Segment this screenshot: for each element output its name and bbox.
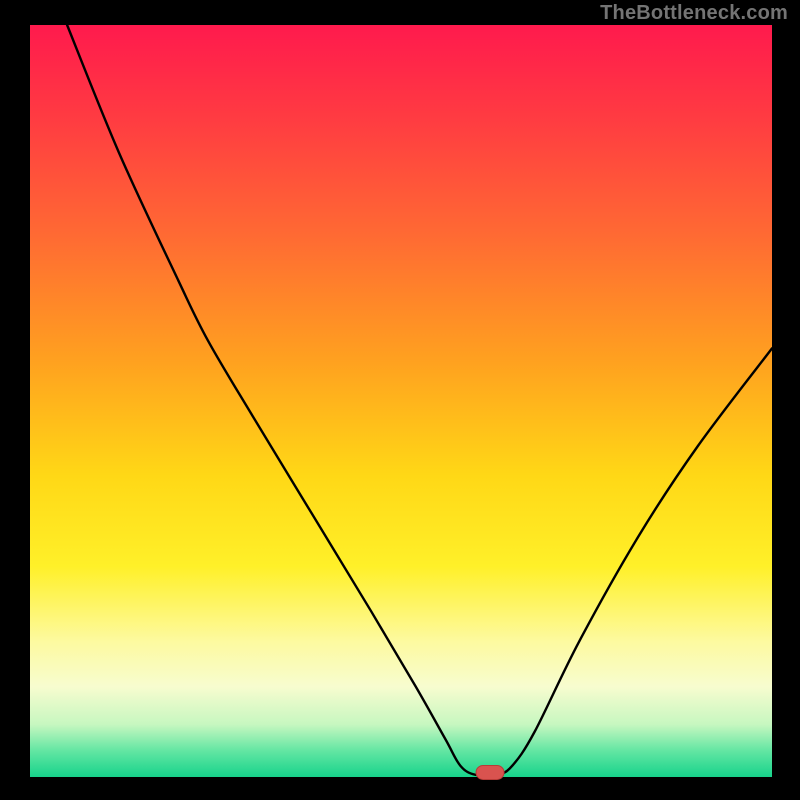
plot-area bbox=[30, 25, 772, 777]
bottleneck-chart: TheBottleneck.com bbox=[0, 0, 800, 800]
chart-svg bbox=[0, 0, 800, 800]
watermark-text: TheBottleneck.com bbox=[600, 2, 788, 25]
minimum-marker bbox=[476, 765, 504, 779]
